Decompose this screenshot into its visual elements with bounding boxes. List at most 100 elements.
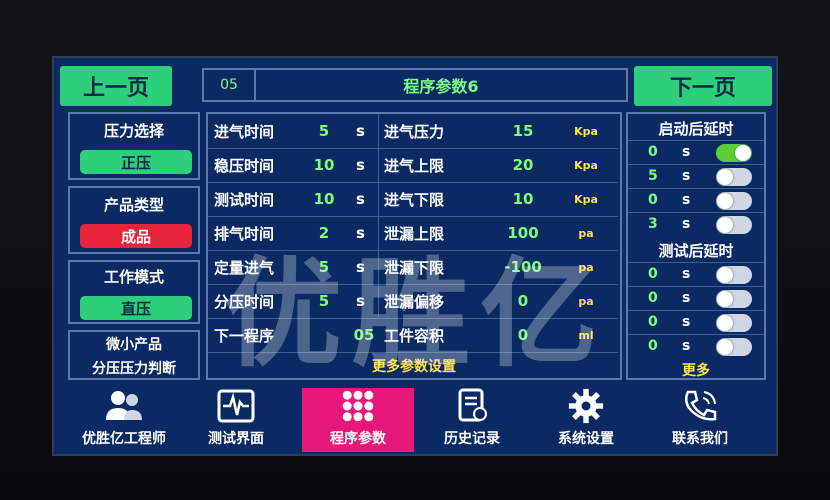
column-divider: [378, 250, 379, 284]
param-unit: s: [356, 224, 365, 242]
param-value[interactable]: -100: [498, 250, 548, 284]
param-unit: s: [356, 156, 365, 174]
delay-value[interactable]: 0: [648, 266, 658, 282]
delay-unit: s: [682, 290, 691, 306]
nav-engineer[interactable]: 优胜亿工程师: [68, 388, 180, 452]
test-delay-title: 测试后延时: [658, 242, 734, 260]
delay-toggle[interactable]: [716, 290, 752, 308]
work-mode-button[interactable]: 直压: [80, 296, 192, 320]
toggle-knob: [717, 267, 733, 283]
table-row: 分压时间 5 s 泄漏偏移 0 pa: [208, 284, 618, 319]
toggle-knob: [717, 169, 733, 185]
delay-row: 0s: [628, 188, 764, 213]
param-label: 进气时间: [214, 122, 275, 141]
param-value[interactable]: 10: [498, 182, 548, 216]
monitor-icon: [217, 389, 255, 423]
prev-page-button[interactable]: 上一页: [60, 66, 172, 106]
product-type-panel: 产品类型 成品: [68, 186, 200, 254]
grid-icon: [342, 390, 374, 422]
param-label: 泄漏上限: [384, 224, 445, 243]
toggle-knob: [735, 145, 751, 161]
param-unit: s: [356, 190, 365, 208]
toggle-knob: [717, 315, 733, 331]
nav-engineer-label: 优胜亿工程师: [82, 431, 166, 447]
next-program-value[interactable]: 05: [344, 318, 384, 352]
toggle-knob: [717, 193, 733, 209]
nav-system-settings-label: 系统设置: [558, 431, 614, 447]
param-unit: pa: [578, 226, 594, 240]
delay-toggle[interactable]: [716, 266, 752, 284]
param-value[interactable]: 2: [304, 216, 344, 250]
delay-value[interactable]: 0: [648, 192, 658, 208]
delay-toggle[interactable]: [716, 314, 752, 332]
delay-row: 0s: [628, 334, 764, 359]
table-row: 稳压时间 10 s 进气上限 20 Kpa: [208, 148, 618, 183]
param-label: 分压时间: [214, 292, 275, 311]
delay-toggle[interactable]: [716, 192, 752, 210]
delay-value[interactable]: 5: [648, 168, 658, 184]
nav-program-params-label: 程序参数: [330, 431, 386, 447]
nav-program-params[interactable]: 程序参数: [302, 388, 414, 452]
table-row: 排气时间 2 s 泄漏上限 100 pa: [208, 216, 618, 251]
nav-contact-us[interactable]: 联系我们: [644, 388, 756, 452]
program-title-bar: 05 程序参数6: [202, 68, 628, 102]
delay-toggle[interactable]: [716, 144, 752, 162]
more-params-link[interactable]: 更多参数设置: [208, 356, 620, 376]
delay-row: 0s: [628, 310, 764, 335]
param-value[interactable]: 100: [498, 216, 548, 250]
param-value[interactable]: 5: [304, 250, 344, 284]
micro-product-panel[interactable]: 微小产品 分压压力判断: [68, 330, 200, 380]
product-type-button[interactable]: 成品: [80, 224, 192, 248]
delay-value[interactable]: 3: [648, 216, 658, 232]
work-mode-label: 工作模式: [103, 268, 164, 286]
toggle-knob: [717, 217, 733, 233]
column-divider: [378, 114, 379, 148]
delay-value[interactable]: 0: [648, 338, 658, 354]
pressure-select-button[interactable]: 正压: [80, 150, 192, 174]
nav-contact-us-label: 联系我们: [672, 431, 728, 447]
pressure-select-panel: 压力选择 正压: [68, 112, 200, 180]
column-divider: [378, 284, 379, 318]
delay-unit: s: [682, 144, 691, 160]
engineer-icon: [106, 391, 142, 420]
param-value[interactable]: 5: [304, 114, 344, 148]
delay-unit: s: [682, 216, 691, 232]
param-value[interactable]: 0: [498, 284, 548, 318]
micro-product-label: 微小产品: [106, 337, 162, 353]
nav-test-screen[interactable]: 测试界面: [180, 388, 292, 452]
page-title: 程序参数6: [403, 77, 479, 96]
param-label: 排气时间: [214, 224, 275, 243]
param-label: 进气压力: [384, 122, 445, 141]
delay-toggle[interactable]: [716, 168, 752, 186]
param-value[interactable]: 10: [304, 148, 344, 182]
program-number[interactable]: 05: [204, 70, 256, 100]
delay-value[interactable]: 0: [648, 314, 658, 330]
param-value[interactable]: 20: [498, 148, 548, 182]
delay-row: 3s: [628, 212, 764, 237]
param-value[interactable]: 15: [498, 114, 548, 148]
param-value[interactable]: 5: [304, 284, 344, 318]
delay-toggle[interactable]: [716, 216, 752, 234]
nav-system-settings[interactable]: 系统设置: [530, 388, 642, 452]
delay-value[interactable]: 0: [648, 144, 658, 160]
delay-value[interactable]: 0: [648, 290, 658, 306]
delay-unit: s: [682, 338, 691, 354]
nav-test-screen-label: 测试界面: [208, 431, 264, 447]
column-divider: [378, 148, 379, 182]
table-row: 测试时间 10 s 进气下限 10 Kpa: [208, 182, 618, 217]
param-unit: s: [356, 122, 365, 140]
delay-row: 0s: [628, 262, 764, 287]
workpiece-volume-label: 工件容积: [384, 326, 445, 345]
delay-unit: s: [682, 192, 691, 208]
nav-history-label: 历史记录: [444, 431, 500, 447]
param-label: 测试时间: [214, 190, 275, 209]
delay-toggle[interactable]: [716, 338, 752, 356]
workpiece-volume-value[interactable]: 0: [498, 318, 548, 352]
toggle-knob: [717, 291, 733, 307]
next-page-button[interactable]: 下一页: [634, 66, 772, 106]
nav-history[interactable]: 历史记录: [416, 388, 528, 452]
more-link[interactable]: 更多: [628, 360, 764, 380]
param-value[interactable]: 10: [304, 182, 344, 216]
delay-unit: s: [682, 314, 691, 330]
param-label: 泄漏偏移: [384, 292, 445, 311]
